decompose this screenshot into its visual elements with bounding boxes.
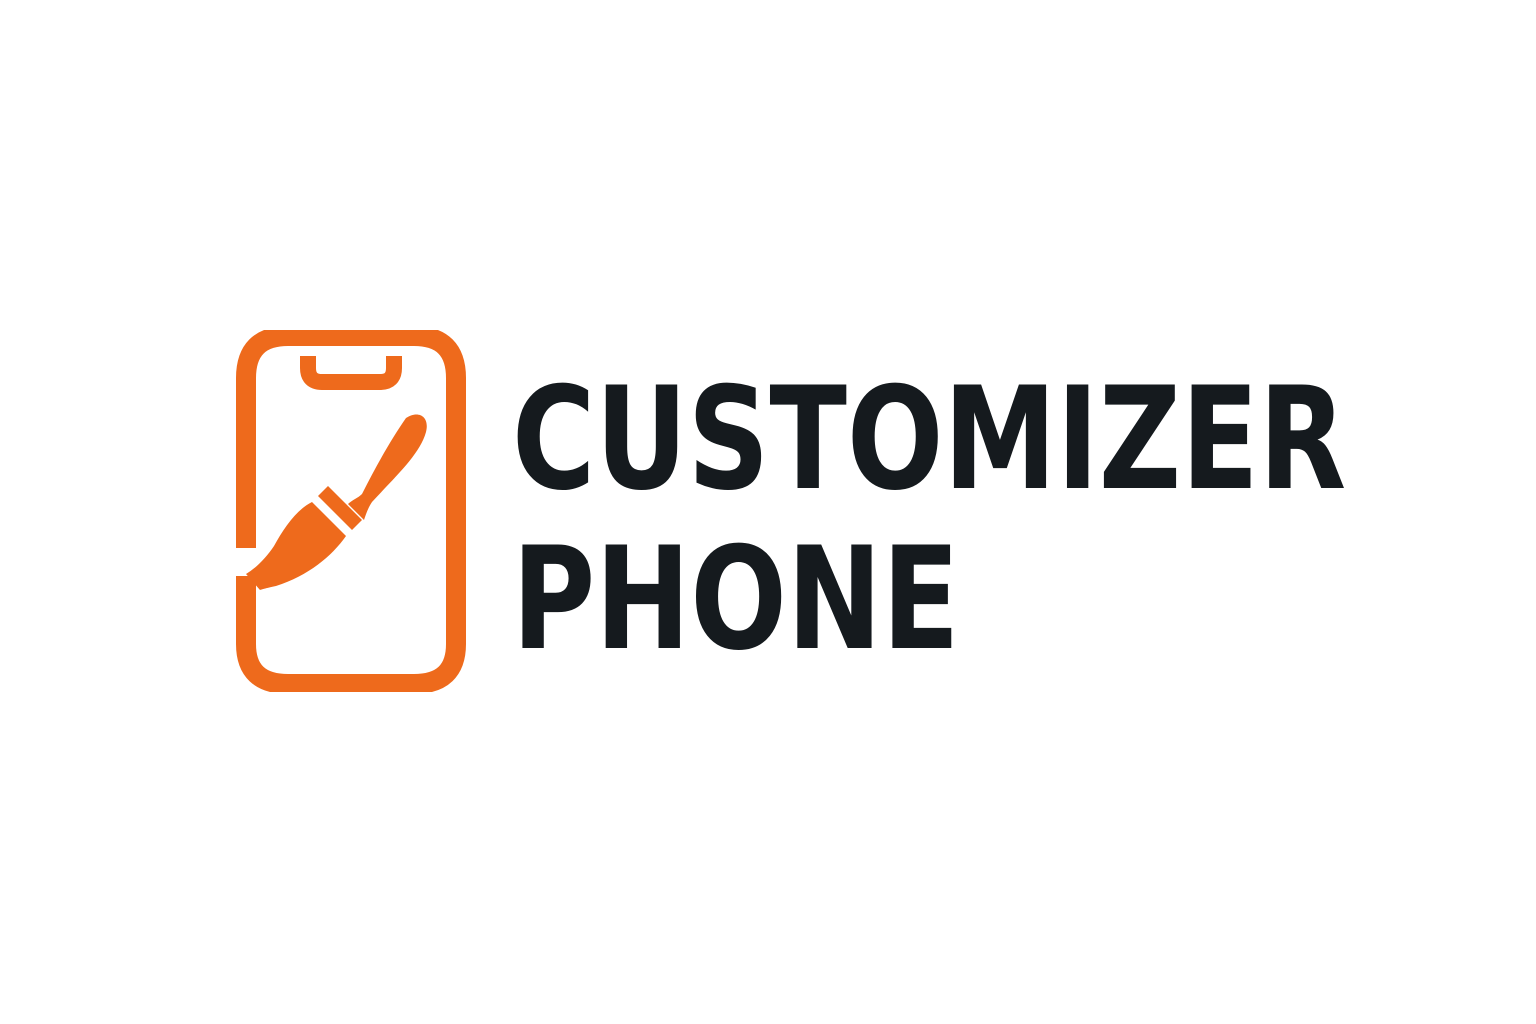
phone-paintbrush-icon [236,330,466,692]
brand-name-line2: PHONE [512,517,960,682]
phone-notch-icon [300,356,402,390]
brand-name-line1: CUSTOMIZER [512,357,1347,522]
brush-handle-icon [348,414,427,520]
brand-wordmark: CUSTOMIZER PHONE [512,360,1372,680]
brush-bristles-icon [246,502,346,590]
logo-canvas: CUSTOMIZER PHONE [0,0,1536,1024]
